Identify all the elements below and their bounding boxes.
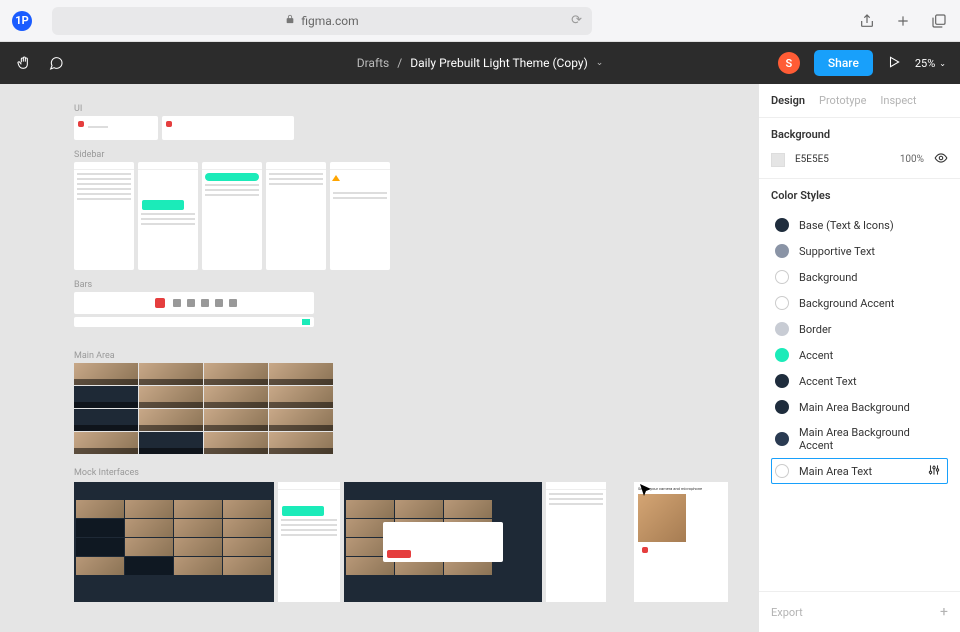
color-style-label: Background	[799, 271, 857, 284]
frame-bars-1[interactable]	[74, 292, 314, 314]
browser-toolbar: 1P figma.com ⟳	[0, 0, 960, 42]
frame-mock-1-sidebar[interactable]	[278, 482, 340, 602]
breadcrumb-current[interactable]: Daily Prebuilt Light Theme (Copy)	[410, 56, 588, 70]
frame-sidebar-1[interactable]	[74, 162, 134, 270]
present-icon[interactable]	[887, 55, 901, 72]
frame-label-main-area: Main Area	[74, 351, 758, 361]
color-style-row[interactable]: Background Accent	[771, 290, 948, 316]
frame-ui-1[interactable]	[74, 116, 158, 140]
color-style-label: Border	[799, 323, 832, 336]
hand-tool-icon[interactable]	[14, 53, 34, 73]
tabs-icon[interactable]	[930, 12, 948, 30]
frame-label-sidebar: Sidebar	[74, 150, 758, 160]
frame-ui-2[interactable]	[162, 116, 294, 140]
background-swatch[interactable]	[771, 153, 785, 167]
background-title: Background	[771, 128, 948, 141]
canvas[interactable]: UI Sidebar Bars	[0, 84, 758, 632]
color-swatch-icon	[775, 296, 789, 310]
frame-mock-1[interactable]	[74, 482, 274, 602]
color-swatch-icon	[775, 218, 789, 232]
chevron-down-icon[interactable]: ⌄	[596, 58, 604, 68]
chevron-down-icon: ⌄	[939, 59, 946, 68]
color-swatch-icon	[775, 270, 789, 284]
tab-inspect[interactable]: Inspect	[880, 94, 916, 107]
color-style-label: Accent	[799, 349, 833, 362]
breadcrumb: Drafts / Daily Prebuilt Light Theme (Cop…	[357, 56, 604, 70]
color-style-label: Base (Text & Icons)	[799, 219, 894, 232]
user-avatar[interactable]: S	[778, 52, 800, 74]
visibility-icon[interactable]	[934, 151, 948, 168]
frame-label-mock: Mock Interfaces	[74, 468, 758, 478]
figma-toolbar: Drafts / Daily Prebuilt Light Theme (Cop…	[0, 42, 960, 84]
color-swatch-icon	[775, 348, 789, 362]
zoom-control[interactable]: 25% ⌄	[915, 57, 946, 70]
frame-mock-2[interactable]	[344, 482, 542, 602]
color-swatch-icon	[775, 464, 789, 478]
tab-design[interactable]: Design	[771, 94, 805, 107]
reload-icon[interactable]: ⟳	[571, 13, 582, 28]
color-style-row[interactable]: Main Area Background Accent	[771, 420, 948, 458]
address-bar[interactable]: figma.com ⟳	[52, 7, 592, 35]
color-style-label: Background Accent	[799, 297, 894, 310]
new-tab-icon[interactable]	[894, 12, 912, 30]
frame-label-ui: UI	[74, 104, 758, 114]
tab-prototype[interactable]: Prototype	[819, 94, 866, 107]
color-style-label: Main Area Background	[799, 401, 910, 414]
frame-sidebar-2[interactable]	[138, 162, 198, 270]
frame-bars-2[interactable]	[74, 317, 314, 327]
color-style-label: Supportive Text	[799, 245, 875, 258]
color-style-row[interactable]: Base (Text & Icons)	[771, 212, 948, 238]
color-style-row[interactable]: Accent Text	[771, 368, 948, 394]
color-style-row[interactable]: Supportive Text	[771, 238, 948, 264]
color-styles-title: Color Styles	[771, 189, 948, 202]
design-panel: Design Prototype Inspect Background E5E5…	[758, 84, 960, 632]
color-style-row[interactable]: Main Area Text	[771, 458, 948, 484]
url-host: figma.com	[301, 14, 358, 28]
frame-sidebar-5[interactable]	[330, 162, 390, 270]
frame-sidebar-3[interactable]	[202, 162, 262, 270]
password-manager-icon[interactable]: 1P	[12, 11, 32, 31]
color-swatch-icon	[775, 400, 789, 414]
color-style-row[interactable]: Background	[771, 264, 948, 290]
export-label[interactable]: Export	[771, 606, 803, 619]
frame-sidebar-4[interactable]	[266, 162, 326, 270]
frame-main-area[interactable]	[74, 363, 338, 454]
color-style-label: Main Area Background Accent	[799, 426, 944, 452]
color-style-row[interactable]: Accent	[771, 342, 948, 368]
frame-mock-2-sidebar[interactable]	[546, 482, 606, 602]
background-opacity[interactable]: 100%	[900, 154, 924, 165]
share-icon[interactable]	[858, 12, 876, 30]
color-swatch-icon	[775, 432, 789, 446]
adjust-icon[interactable]	[927, 463, 941, 480]
frame-label-bars: Bars	[74, 280, 758, 290]
modal-record	[383, 522, 503, 562]
share-button[interactable]: Share	[814, 50, 873, 76]
color-style-label: Accent Text	[799, 375, 857, 388]
breadcrumb-parent[interactable]: Drafts	[357, 56, 390, 70]
color-swatch-icon	[775, 374, 789, 388]
breadcrumb-separator: /	[397, 56, 402, 70]
add-export-icon[interactable]: +	[940, 604, 948, 620]
comment-tool-icon[interactable]	[46, 53, 66, 73]
color-style-label: Main Area Text	[799, 465, 872, 478]
color-swatch-icon	[775, 322, 789, 336]
color-style-row[interactable]: Main Area Background	[771, 394, 948, 420]
lock-icon	[285, 14, 295, 27]
background-hex[interactable]: E5E5E5	[795, 154, 890, 165]
color-swatch-icon	[775, 244, 789, 258]
cursor-icon	[640, 484, 652, 501]
color-style-row[interactable]: Border	[771, 316, 948, 342]
